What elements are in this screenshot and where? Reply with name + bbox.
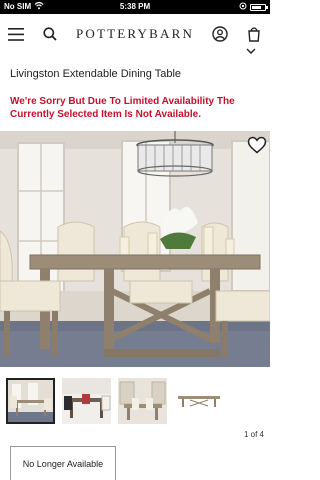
account-icon[interactable] [210, 24, 230, 44]
thumbnail-strip [6, 378, 223, 424]
product-main-image[interactable] [0, 131, 270, 367]
availability-notice: We're Sorry But Due To Limited Availabil… [10, 96, 235, 120]
clock: 5:38 PM [119, 2, 151, 11]
thumbnail-1[interactable] [6, 378, 55, 424]
thumbnail-image [62, 378, 111, 424]
no-longer-available-button[interactable]: No Longer Available [10, 446, 116, 480]
battery-icon [250, 3, 268, 11]
image-counter: 1 of 4 [243, 430, 264, 439]
menu-icon[interactable] [6, 24, 26, 44]
cart-icon[interactable] [244, 24, 264, 44]
thumbnail-4[interactable] [174, 378, 223, 424]
product-title: Livingston Extendable Dining Table [10, 68, 182, 80]
dining-room-photo [0, 131, 270, 367]
thumbnail-image [174, 378, 223, 424]
thumbnail-image [118, 378, 167, 424]
chevron-down-icon[interactable] [246, 47, 256, 55]
brand-logo[interactable]: POTTERYBARN [74, 26, 196, 42]
thumbnail-2[interactable] [62, 378, 111, 424]
status-bar: No SIM 5:38 PM [0, 0, 270, 14]
orientation-lock-icon [239, 2, 247, 12]
thumbnail-3[interactable] [118, 378, 167, 424]
thumbnail-image [8, 380, 53, 422]
favorite-heart-icon[interactable] [247, 136, 267, 154]
app-header: POTTERYBARN [0, 14, 270, 54]
search-icon[interactable] [40, 24, 60, 44]
